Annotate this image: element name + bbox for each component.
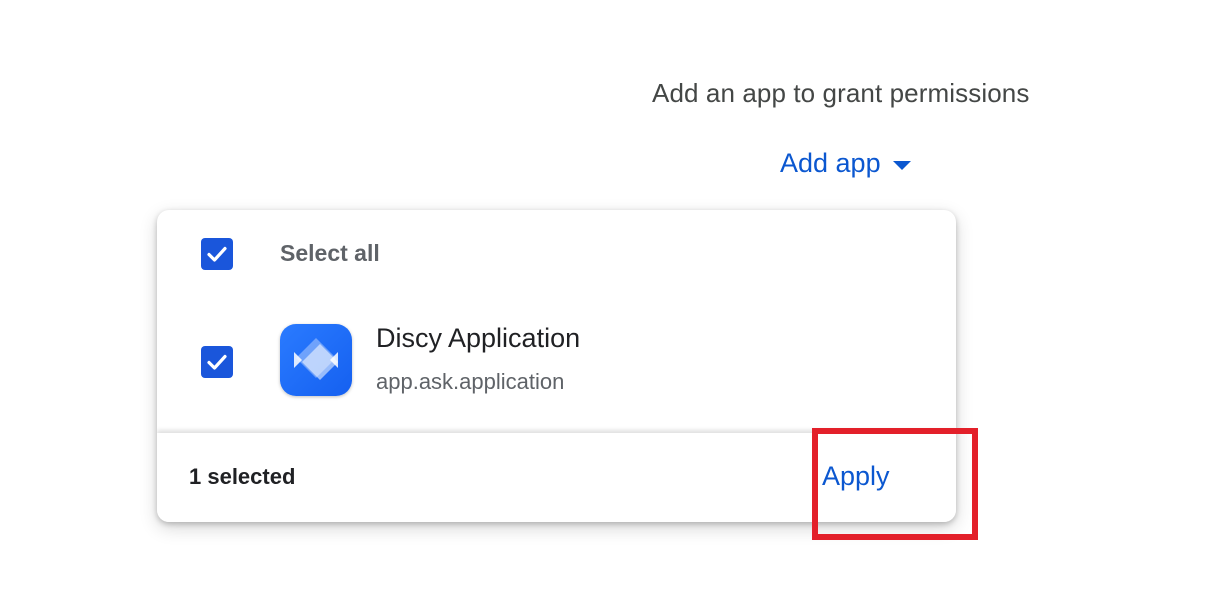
app-name: Discy Application <box>376 323 581 353</box>
select-all-label: Select all <box>280 240 380 266</box>
page: Add an app to grant permissions Add app … <box>0 0 1212 608</box>
app-selection-panel: Select all Discy Application app.ask.app… <box>157 210 956 522</box>
selected-count: 1 selected <box>189 464 296 489</box>
add-app-dropdown[interactable]: Add app <box>780 148 911 179</box>
app-package-id: app.ask.application <box>376 369 565 394</box>
discy-app-icon <box>280 324 352 396</box>
page-heading: Add an app to grant permissions <box>652 78 1030 108</box>
checkmark-icon <box>207 246 227 262</box>
add-app-label: Add app <box>780 148 881 178</box>
caret-down-icon <box>892 160 911 170</box>
select-all-checkbox[interactable] <box>201 238 233 270</box>
panel-footer: 1 selected Apply <box>157 433 956 522</box>
checkmark-icon <box>207 354 227 370</box>
app-checkbox[interactable] <box>201 346 233 378</box>
apply-button[interactable]: Apply <box>822 461 890 492</box>
